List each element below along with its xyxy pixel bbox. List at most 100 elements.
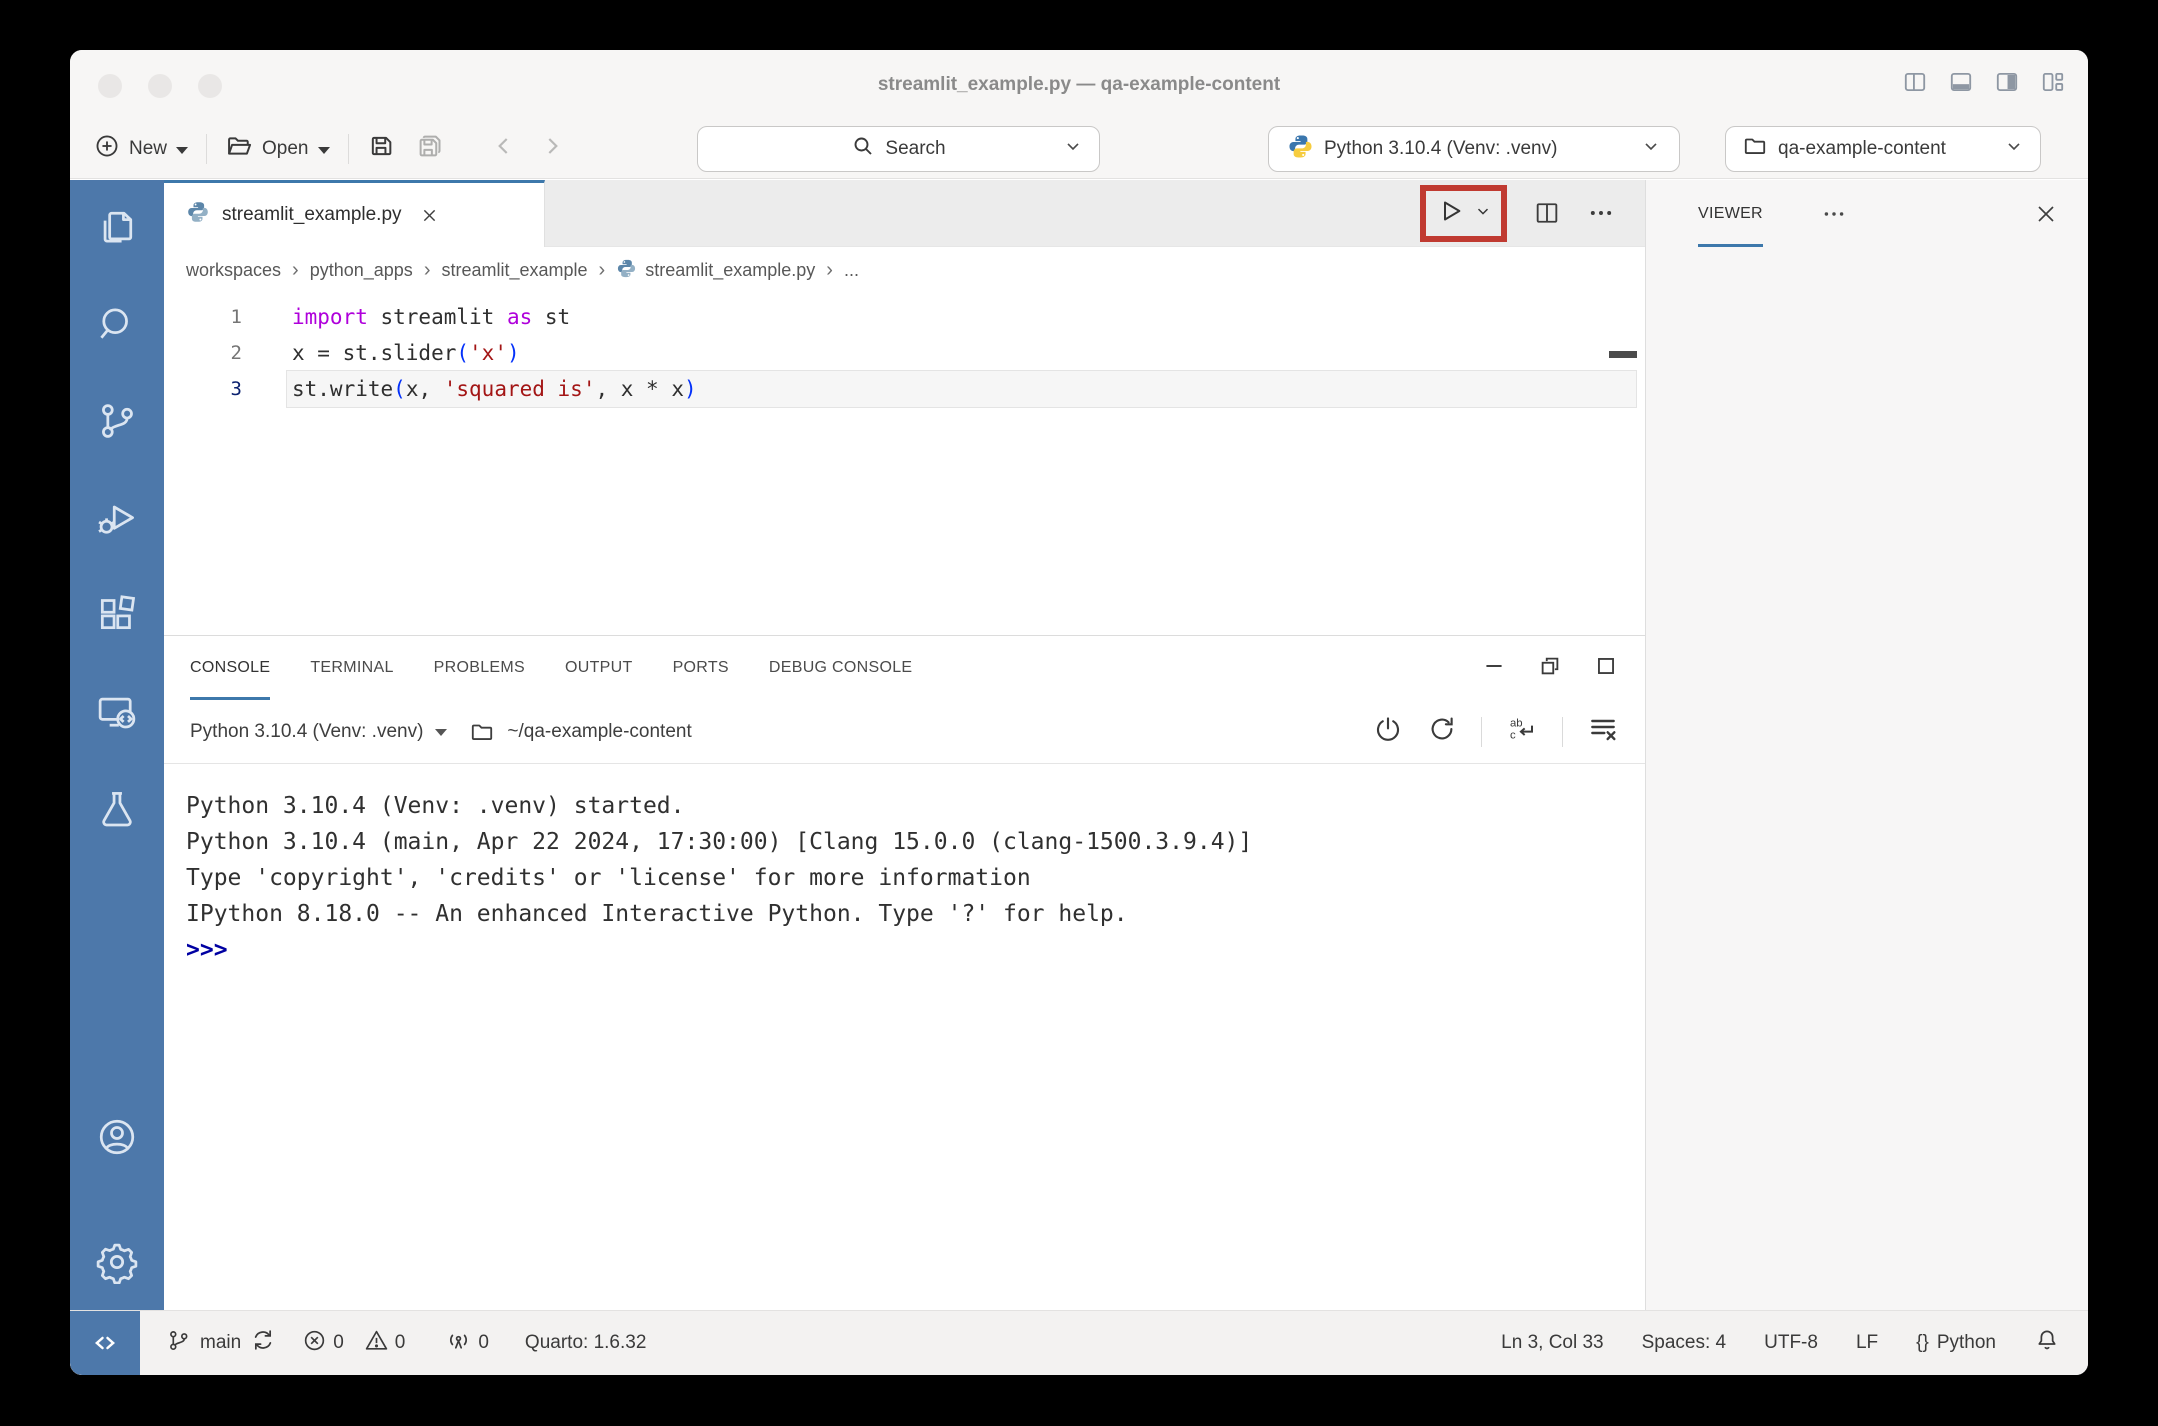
zoom-window-button[interactable]: [198, 74, 222, 98]
editor-tab[interactable]: streamlit_example.py: [164, 180, 545, 247]
indentation-setting[interactable]: Spaces: 4: [1642, 1332, 1727, 1354]
minimize-window-button[interactable]: [148, 74, 172, 98]
tab-viewer[interactable]: VIEWER: [1698, 180, 1763, 247]
interpreter-picker[interactable]: Python 3.10.4 (Venv: .venv): [1268, 126, 1680, 172]
extensions-icon[interactable]: [95, 593, 139, 637]
problems-status[interactable]: 0 0: [302, 1328, 405, 1359]
breadcrumb-item[interactable]: ...: [844, 260, 859, 281]
line-number[interactable]: 2: [164, 335, 242, 371]
console-output: Python 3.10.4 (Venv: .venv) started. Pyt…: [164, 764, 1645, 1310]
minimize-panel-icon[interactable]: [1481, 653, 1507, 684]
code-editor[interactable]: 1 2 3 import streamlit as st x = st.slid…: [164, 294, 1645, 635]
open-button-label: Open: [262, 138, 308, 160]
explorer-icon[interactable]: [95, 205, 139, 249]
tab-console[interactable]: CONSOLE: [190, 636, 270, 700]
line-number-gutter[interactable]: 1 2 3: [164, 299, 242, 407]
new-button[interactable]: New: [94, 133, 188, 165]
plus-circle-icon: [94, 133, 120, 165]
search-box[interactable]: Search: [697, 126, 1100, 172]
braces-icon: {}: [1916, 1332, 1929, 1354]
run-options-chevron-icon[interactable]: [1474, 202, 1492, 225]
code-line[interactable]: import streamlit as st: [292, 299, 697, 335]
breadcrumb-item[interactable]: workspaces: [186, 260, 281, 281]
breadcrumb-item-file[interactable]: streamlit_example.py: [616, 258, 815, 284]
close-window-button[interactable]: [98, 74, 122, 98]
workspace-picker[interactable]: qa-example-content: [1725, 126, 2041, 172]
toggle-sidebar-icon[interactable]: [1902, 69, 1928, 95]
clear-console-icon[interactable]: [1587, 713, 1619, 751]
breadcrumb: workspaces › python_apps › streamlit_exa…: [164, 247, 1645, 294]
split-editor-icon[interactable]: [1533, 199, 1561, 227]
search-label: Search: [885, 138, 945, 160]
forward-button[interactable]: [539, 133, 565, 165]
console-interpreter-dropdown[interactable]: Python 3.10.4 (Venv: .venv): [190, 721, 423, 743]
search-sidebar-icon[interactable]: [95, 302, 139, 346]
code-line[interactable]: x = st.slider('x'): [292, 335, 697, 371]
toggle-panel-icon[interactable]: [1948, 69, 1974, 95]
save-all-button[interactable]: [415, 131, 445, 167]
tab-ports[interactable]: PORTS: [673, 636, 729, 700]
code-line-active[interactable]: st.write(x, 'squared is', x * x): [292, 371, 697, 407]
restart-console-icon[interactable]: [1427, 714, 1457, 750]
testing-icon[interactable]: [95, 787, 139, 831]
open-button[interactable]: Open: [225, 132, 329, 166]
language-mode[interactable]: {} Python: [1916, 1332, 1996, 1354]
bell-icon[interactable]: [2034, 1327, 2060, 1359]
warning-icon: [364, 1328, 389, 1359]
account-icon[interactable]: [95, 1115, 139, 1159]
sync-icon: [250, 1327, 276, 1359]
viewer-more-actions-icon[interactable]: [1821, 201, 1847, 227]
working-directory[interactable]: ~/qa-example-content: [507, 721, 691, 743]
viewer-close-icon[interactable]: [2034, 202, 2058, 226]
word-wrap-icon[interactable]: ab c: [1506, 713, 1538, 751]
line-number-active[interactable]: 3: [164, 371, 242, 407]
eol-setting[interactable]: LF: [1856, 1332, 1878, 1354]
shutdown-console-icon[interactable]: [1373, 714, 1403, 750]
close-tab-icon[interactable]: [420, 206, 439, 225]
cursor-position[interactable]: Ln 3, Col 33: [1501, 1332, 1603, 1354]
console-line: IPython 8.18.0 -- An enhanced Interactiv…: [186, 896, 1645, 932]
settings-gear-icon[interactable]: [95, 1240, 139, 1284]
svg-text:c: c: [1510, 729, 1516, 741]
tab-problems[interactable]: PROBLEMS: [434, 636, 525, 700]
python-logo-icon: [1287, 133, 1314, 166]
toggle-secondary-sidebar-icon[interactable]: [1994, 69, 2020, 95]
remote-indicator[interactable]: [70, 1311, 140, 1375]
branch-name: main: [200, 1332, 241, 1354]
ports-status[interactable]: 0: [445, 1327, 489, 1360]
encoding-setting[interactable]: UTF-8: [1764, 1332, 1818, 1354]
chevron-down-icon: [2004, 136, 2024, 162]
tab-debug-console[interactable]: DEBUG CONSOLE: [769, 636, 913, 700]
console-prompt[interactable]: >>>: [186, 932, 1645, 968]
error-icon: [302, 1328, 327, 1359]
more-actions-icon[interactable]: [1587, 199, 1615, 227]
breadcrumb-separator: ›: [599, 259, 606, 282]
code-lines: import streamlit as st x = st.slider('x'…: [292, 299, 697, 407]
back-button[interactable]: [491, 133, 517, 165]
run-file-button[interactable]: [1435, 196, 1465, 231]
save-button[interactable]: [367, 132, 395, 166]
restore-panel-icon[interactable]: [1537, 653, 1563, 684]
bottom-panel: CONSOLE TERMINAL PROBLEMS OUTPUT PORTS D…: [164, 635, 1645, 1310]
run-debug-icon[interactable]: [95, 496, 139, 540]
tab-output[interactable]: OUTPUT: [565, 636, 633, 700]
save-all-icon: [415, 131, 445, 167]
save-icon: [367, 132, 395, 166]
window-title: streamlit_example.py — qa-example-conten…: [70, 74, 2088, 96]
editor-scrollbar-thumb[interactable]: [1609, 351, 1637, 358]
breadcrumb-item[interactable]: python_apps: [310, 260, 413, 281]
tab-terminal[interactable]: TERMINAL: [310, 636, 393, 700]
git-branch-status[interactable]: main: [166, 1327, 276, 1359]
viewer-panel: VIEWER: [1645, 180, 2088, 1310]
source-control-icon[interactable]: [95, 399, 139, 443]
toolbar-separator: [1481, 717, 1482, 747]
customize-layout-icon[interactable]: [2040, 69, 2066, 95]
breadcrumb-item[interactable]: streamlit_example: [441, 260, 587, 281]
maximize-panel-icon[interactable]: [1593, 653, 1619, 684]
viewer-header: VIEWER: [1646, 180, 2088, 247]
toolbar-separator: [1562, 717, 1563, 747]
remote-explorer-icon[interactable]: [95, 690, 139, 734]
line-number[interactable]: 1: [164, 299, 242, 335]
chevron-down-icon: [435, 729, 447, 736]
quarto-status[interactable]: Quarto: 1.6.32: [525, 1332, 646, 1354]
